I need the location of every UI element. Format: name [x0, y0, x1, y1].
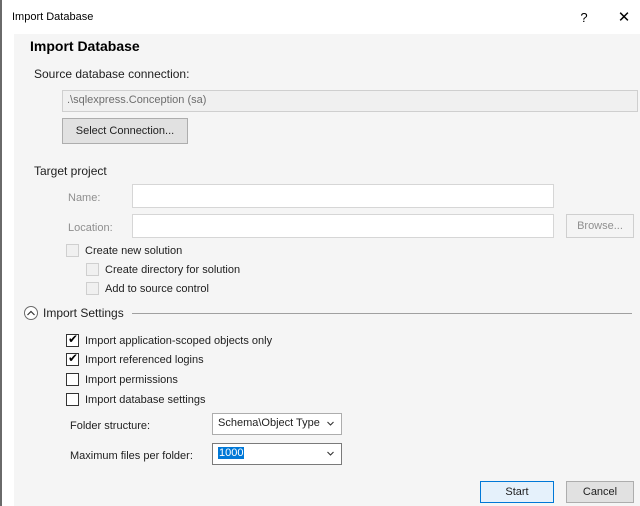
location-input[interactable] — [132, 214, 554, 238]
close-icon[interactable]: ✕ — [612, 8, 636, 28]
max-files-value[interactable]: 1000 — [218, 447, 245, 459]
option-db-settings-row[interactable]: Import database settings — [66, 393, 205, 406]
create-solution-checkbox[interactable] — [66, 244, 79, 257]
option-app-scoped-row[interactable]: ✔ Import application-scoped objects only — [66, 332, 273, 347]
cancel-button[interactable]: Cancel — [566, 481, 634, 503]
option-db-settings-checkbox[interactable] — [66, 393, 79, 406]
add-source-control-checkbox-row[interactable]: Add to source control — [86, 282, 209, 295]
option-permissions-row[interactable]: Import permissions — [66, 373, 178, 386]
help-icon[interactable]: ? — [572, 8, 596, 28]
title-bar: Import Database ? ✕ — [2, 0, 640, 34]
select-connection-button[interactable]: Select Connection... — [62, 118, 188, 144]
option-db-settings-label: Import database settings — [85, 393, 206, 406]
create-solution-label: Create new solution — [85, 244, 183, 257]
folder-structure-select[interactable]: Schema\Object Type — [212, 413, 342, 435]
create-directory-checkbox-row[interactable]: Create directory for solution — [86, 263, 240, 276]
add-source-control-label: Add to source control — [105, 282, 209, 295]
create-directory-checkbox[interactable] — [86, 263, 99, 276]
option-app-scoped-label: Import application-scoped objects only — [85, 334, 273, 347]
target-project-label: Target project — [34, 164, 107, 178]
option-permissions-label: Import permissions — [85, 373, 178, 386]
page-title: Import Database — [30, 38, 140, 54]
collapse-chevron-icon[interactable] — [24, 306, 38, 320]
create-directory-label: Create directory for solution — [105, 263, 241, 276]
start-button[interactable]: Start — [480, 481, 554, 503]
source-connection-field: .\sqlexpress.Conception (sa) — [62, 90, 638, 112]
import-settings-divider — [132, 313, 632, 314]
checkmark-icon: ✔ — [68, 351, 79, 365]
folder-structure-value: Schema\Object Type — [218, 417, 320, 429]
option-app-scoped-checkbox[interactable]: ✔ — [66, 332, 79, 347]
add-source-control-checkbox[interactable] — [86, 282, 99, 295]
dialog-content: Import Database Source database connecti… — [14, 34, 640, 506]
option-logins-row[interactable]: ✔ Import referenced logins — [66, 351, 204, 366]
option-logins-checkbox[interactable]: ✔ — [66, 351, 79, 366]
import-settings-label: Import Settings — [43, 306, 124, 320]
checkmark-icon: ✔ — [68, 332, 79, 346]
window-title: Import Database — [12, 11, 94, 23]
location-label: Location: — [68, 222, 113, 234]
option-logins-label: Import referenced logins — [85, 353, 204, 366]
source-connection-label: Source database connection: — [34, 67, 190, 81]
browse-button[interactable]: Browse... — [566, 214, 634, 238]
option-permissions-checkbox[interactable] — [66, 373, 79, 386]
folder-structure-label: Folder structure: — [70, 420, 151, 432]
max-files-label: Maximum files per folder: — [70, 450, 193, 462]
max-files-combo[interactable]: 1000 — [212, 443, 342, 465]
chevron-down-icon — [327, 421, 334, 426]
name-label: Name: — [68, 192, 101, 204]
create-solution-checkbox-row[interactable]: Create new solution — [66, 244, 182, 257]
name-input[interactable] — [132, 184, 554, 208]
window-border — [0, 0, 2, 506]
chevron-down-icon — [327, 451, 334, 456]
